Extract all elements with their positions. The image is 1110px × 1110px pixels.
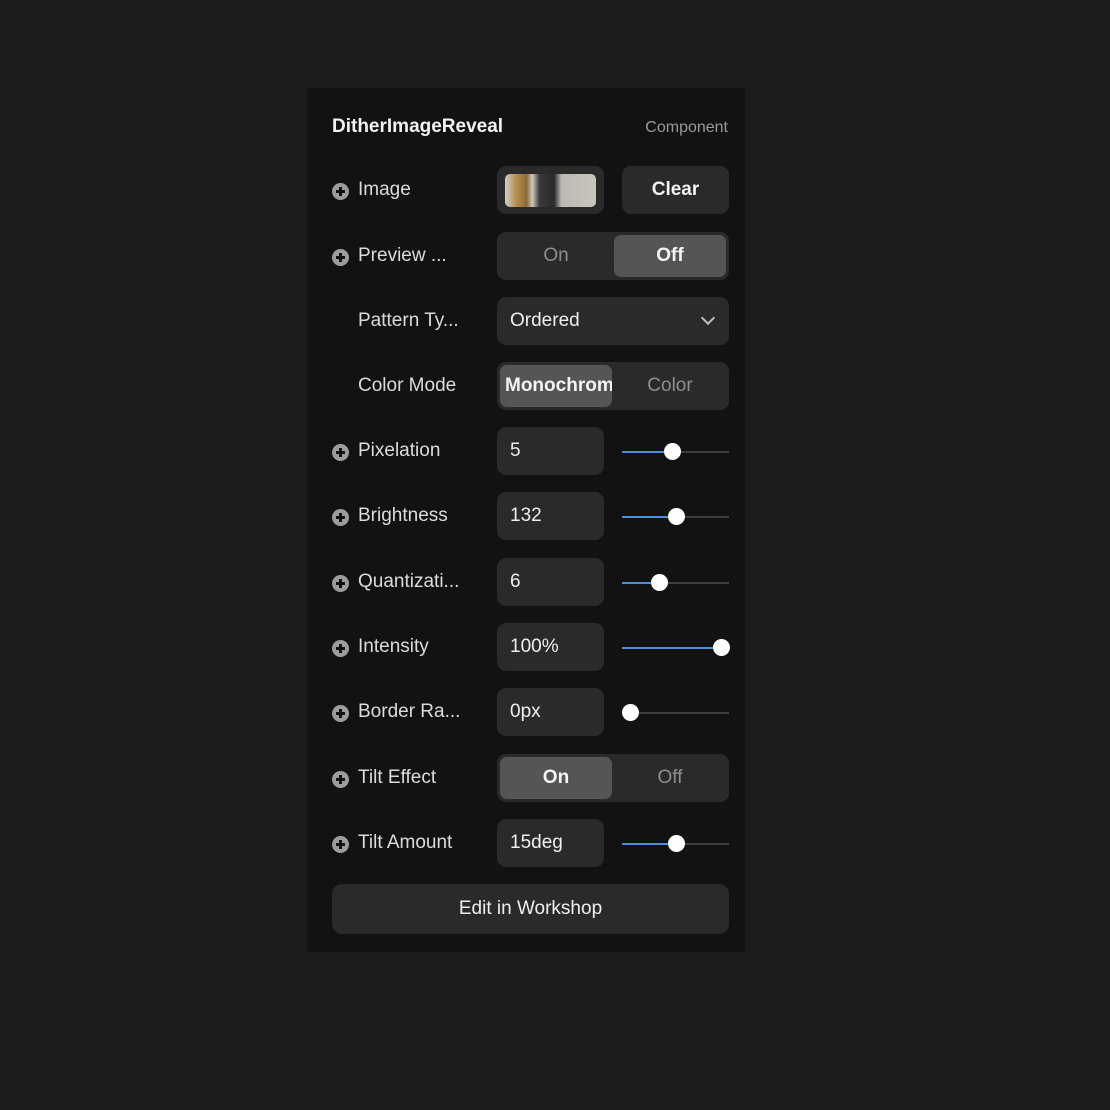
slider-thumb[interactable]	[663, 443, 681, 460]
row-label: Pattern Ty...	[358, 310, 459, 331]
select-value: Ordered	[510, 310, 580, 331]
border-radius-slider[interactable]	[622, 704, 729, 722]
row-preview: Preview ... On Off	[307, 232, 745, 282]
add-plus-icon[interactable]	[332, 771, 349, 788]
row-color-mode: Color Mode Monochrome Color	[307, 362, 745, 412]
row-border-radius: Border Ra... 0px	[307, 688, 745, 738]
slider-thumb[interactable]	[668, 508, 686, 525]
add-plus-icon[interactable]	[332, 575, 349, 592]
row-label: Preview ...	[358, 245, 447, 266]
row-tilt-effect: Tilt Effect On Off	[307, 754, 745, 804]
input-value: 132	[510, 505, 542, 526]
pixelation-slider[interactable]	[622, 443, 729, 461]
component-title: DitherImageReveal	[332, 116, 504, 137]
preview-on-option[interactable]: On	[500, 235, 612, 277]
slider-thumb[interactable]	[713, 639, 730, 656]
add-plus-icon[interactable]	[332, 705, 349, 722]
row-label: Image	[358, 179, 411, 200]
brightness-slider[interactable]	[622, 508, 729, 526]
pixelation-input[interactable]: 5	[497, 427, 604, 475]
input-value: 15deg	[510, 832, 563, 853]
row-intensity: Intensity 100%	[307, 623, 745, 673]
color-mode-toggle: Monochrome Color	[497, 362, 729, 410]
quantization-input[interactable]: 6	[497, 558, 604, 606]
row-label: Quantizati...	[358, 571, 460, 592]
tilt-off-option[interactable]: Off	[614, 757, 726, 799]
row-label: Brightness	[358, 505, 448, 526]
row-label: Pixelation	[358, 440, 441, 461]
add-plus-icon[interactable]	[332, 509, 349, 526]
intensity-slider[interactable]	[622, 639, 730, 657]
image-thumbnail	[505, 174, 596, 207]
row-pattern-type: Pattern Ty... Ordered	[307, 297, 745, 347]
row-pixelation: Pixelation 5	[307, 427, 745, 477]
input-value: 0px	[510, 701, 541, 722]
edit-in-workshop-button[interactable]: Edit in Workshop	[332, 884, 729, 934]
row-brightness: Brightness 132	[307, 492, 745, 542]
input-value: 6	[510, 571, 521, 592]
row-label: Tilt Amount	[358, 832, 453, 853]
row-label: Border Ra...	[358, 701, 461, 722]
properties-panel: DitherImageReveal Component Image Clear …	[307, 88, 745, 952]
border-radius-input[interactable]: 0px	[497, 688, 604, 736]
slider-thumb[interactable]	[651, 574, 669, 591]
chevron-down-icon	[700, 310, 716, 326]
input-value: 5	[510, 440, 521, 461]
preview-off-option[interactable]: Off	[614, 235, 726, 277]
slider-thumb[interactable]	[622, 704, 639, 721]
add-plus-icon[interactable]	[332, 249, 349, 266]
row-label: Tilt Effect	[358, 767, 437, 788]
image-picker[interactable]	[497, 166, 604, 214]
component-tag: Component	[645, 119, 728, 136]
brightness-input[interactable]: 132	[497, 492, 604, 540]
row-label: Intensity	[358, 636, 429, 657]
tilt-effect-toggle: On Off	[497, 754, 729, 802]
tilt-amount-slider[interactable]	[622, 835, 729, 853]
tilt-amount-input[interactable]: 15deg	[497, 819, 604, 867]
slider-thumb[interactable]	[667, 835, 685, 852]
color-option[interactable]: Color	[614, 365, 726, 407]
tilt-on-option[interactable]: On	[500, 757, 612, 799]
row-tilt-amount: Tilt Amount 15deg	[307, 819, 745, 869]
quantization-slider[interactable]	[622, 574, 729, 592]
slider-fill	[622, 647, 721, 649]
row-label: Color Mode	[358, 375, 457, 396]
preview-toggle: On Off	[497, 232, 729, 280]
row-image: Image Clear	[307, 166, 745, 216]
clear-image-button[interactable]: Clear	[622, 166, 729, 214]
input-value: 100%	[510, 636, 559, 657]
add-plus-icon[interactable]	[332, 444, 349, 461]
add-plus-icon[interactable]	[332, 836, 349, 853]
intensity-input[interactable]: 100%	[497, 623, 604, 671]
pattern-type-select[interactable]: Ordered	[497, 297, 729, 345]
add-plus-icon[interactable]	[332, 640, 349, 657]
row-quantization: Quantizati... 6	[307, 558, 745, 608]
monochrome-option[interactable]: Monochrome	[500, 365, 612, 407]
add-plus-icon[interactable]	[332, 183, 349, 200]
